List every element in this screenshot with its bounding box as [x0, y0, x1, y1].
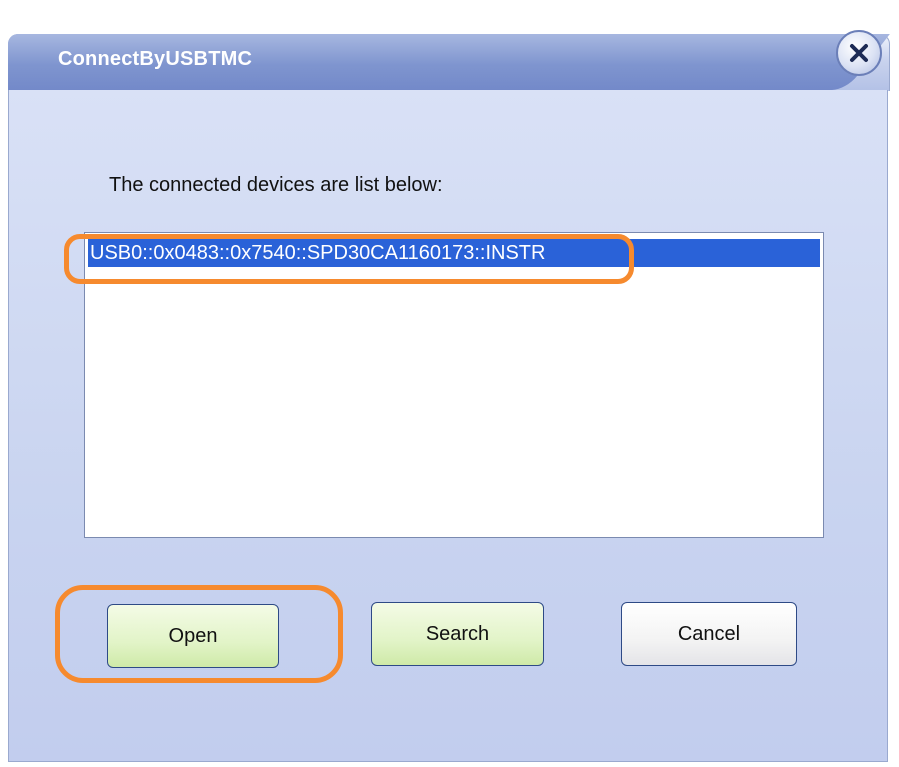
device-list-item[interactable]: USB0::0x0483::0x7540::SPD30CA1160173::IN…	[88, 239, 820, 267]
window-title: ConnectByUSBTMC	[58, 48, 253, 70]
instruction-text: The connected devices are list below:	[109, 174, 443, 196]
cancel-button[interactable]: Cancel	[621, 602, 797, 666]
close-icon	[850, 44, 868, 62]
device-list[interactable]: USB0::0x0483::0x7540::SPD30CA1160173::IN…	[84, 232, 824, 538]
close-button[interactable]	[836, 30, 882, 76]
search-button[interactable]: Search	[371, 602, 544, 666]
open-button[interactable]: Open	[107, 604, 279, 668]
usbtmc-dialog: ConnectByUSBTMC The connected devices ar…	[0, 0, 899, 767]
